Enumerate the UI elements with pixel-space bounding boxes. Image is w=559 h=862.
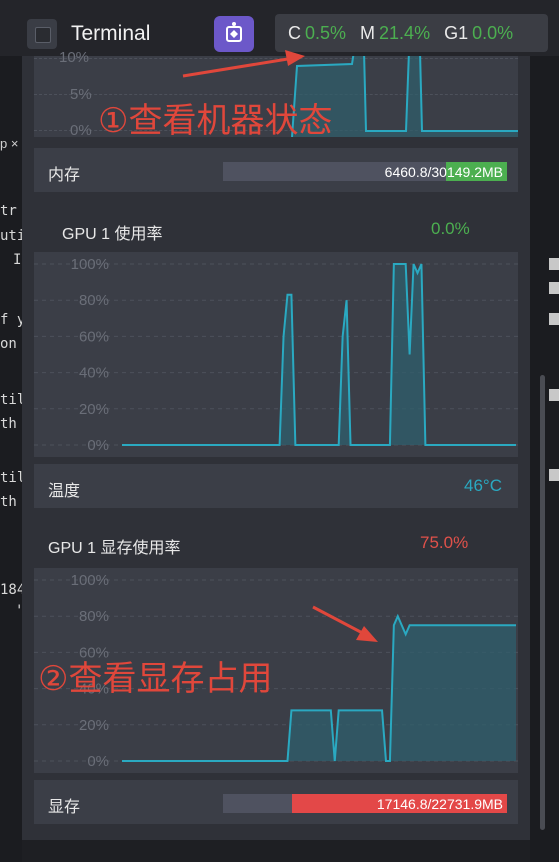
annotation-view-machine-status: ①查看机器状态 [98,101,333,141]
annotation-view-vram-usage: ②查看显存占用 [38,659,273,699]
arrow-head-icon [285,50,305,66]
arrow-head-icon [356,626,378,642]
